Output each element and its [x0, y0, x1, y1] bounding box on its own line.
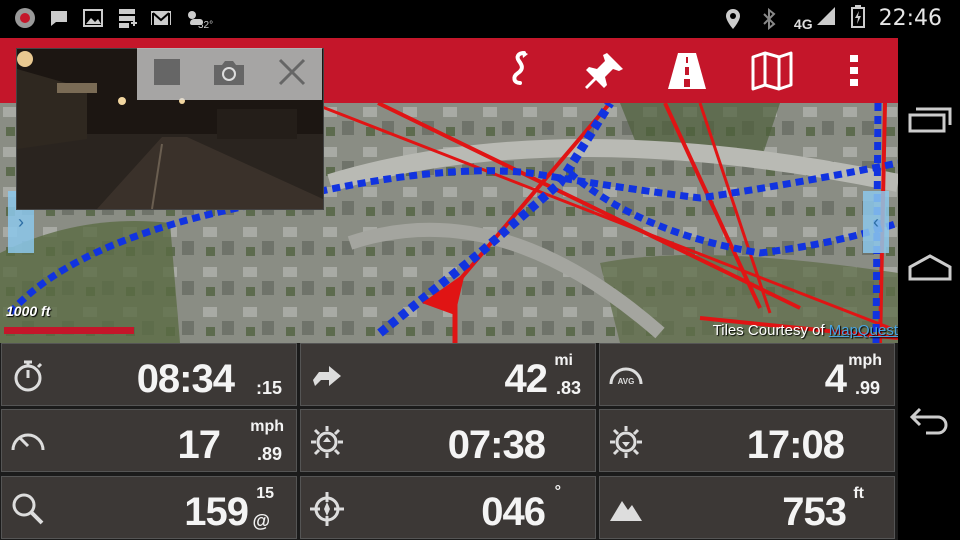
- gps-cell[interactable]: 159 15 @: [1, 476, 297, 539]
- heading-value: 046: [481, 490, 546, 534]
- record-icon: [14, 7, 36, 29]
- camera-button[interactable]: [211, 57, 247, 92]
- recents-button[interactable]: [908, 98, 952, 142]
- avg-speed-unit: mph: [848, 352, 882, 369]
- distance-unit: mi: [554, 352, 573, 369]
- road-icon: [668, 53, 706, 89]
- right-panel-tab[interactable]: ‹: [863, 191, 889, 253]
- distance-arrow-icon: [313, 366, 341, 386]
- back-button[interactable]: [908, 398, 952, 442]
- stop-icon: [153, 58, 180, 85]
- mapquest-link[interactable]: MapQuest: [829, 322, 898, 339]
- battery-icon: [850, 4, 865, 33]
- pin-icon: [585, 53, 623, 89]
- status-bar: 32° 4G 22:46: [0, 0, 960, 38]
- chat-icon: [48, 7, 70, 29]
- avg-speed-fraction: .99: [854, 378, 880, 398]
- road-button[interactable]: [664, 48, 710, 94]
- weather-temperature: 32°: [198, 20, 214, 31]
- heading-cell[interactable]: 046 °: [300, 476, 596, 539]
- timer-seconds: :15: [255, 378, 282, 398]
- sunrise-cell[interactable]: 07:38: [300, 409, 596, 472]
- pin-button[interactable]: [582, 48, 628, 94]
- dashboard: 08:34 :15 42 mi .83 AVG 4 mph .99 17 mph…: [0, 343, 898, 540]
- clock: 22:46: [878, 6, 942, 31]
- map-credit-prefix: Tiles Courtesy of: [712, 322, 829, 339]
- distance-cell[interactable]: 42 mi .83: [300, 343, 596, 406]
- timer-value: 08:34: [136, 357, 235, 401]
- avg-badge: AVG: [618, 377, 635, 386]
- camera-controls: [137, 48, 322, 100]
- speed-unit: mph: [250, 418, 284, 435]
- network-type: 4G: [793, 16, 813, 32]
- route-button[interactable]: [497, 48, 543, 94]
- sunrise-value: 07:38: [447, 423, 546, 467]
- app-window: › ‹ 1000 ft Tiles Courtesy of MapQuest 0…: [0, 38, 898, 540]
- altitude-value: 753: [782, 490, 847, 534]
- close-icon: [279, 58, 306, 85]
- speed-cell[interactable]: 17 mph .89: [1, 409, 297, 472]
- stop-button[interactable]: [152, 57, 182, 92]
- search-icon: [12, 493, 44, 525]
- crosshair-icon: [310, 492, 344, 526]
- map-button[interactable]: [749, 48, 795, 94]
- gps-value: 159: [184, 490, 249, 534]
- camera-icon: [214, 60, 245, 85]
- sunset-icon: [610, 426, 642, 458]
- speedometer-icon: [11, 433, 45, 451]
- sd-card-icon: [116, 7, 138, 29]
- back-icon: [909, 407, 948, 435]
- gps-at: @: [252, 511, 270, 531]
- overflow-menu-button[interactable]: [831, 48, 877, 94]
- gmail-icon: [150, 7, 172, 29]
- map-scale-bar: [4, 327, 134, 334]
- altitude-cell[interactable]: 753 ft: [599, 476, 895, 539]
- gps-satellites: 15: [256, 485, 274, 502]
- map-icon: [751, 51, 793, 91]
- stopwatch-icon: [14, 360, 43, 392]
- avg-speed-cell[interactable]: AVG 4 mph .99: [599, 343, 895, 406]
- signal-icon: [815, 5, 837, 32]
- location-icon: [722, 8, 744, 30]
- recents-icon: [908, 107, 952, 133]
- altitude-unit: ft: [853, 485, 864, 502]
- distance-value: 42: [504, 357, 548, 401]
- navigation-bar: [898, 38, 960, 540]
- mountain-icon: [610, 501, 642, 521]
- heading-unit: °: [554, 483, 561, 500]
- image-icon: [82, 7, 104, 29]
- home-button[interactable]: [908, 246, 952, 290]
- avg-speed-icon: AVG: [609, 367, 643, 386]
- sunset-value: 17:08: [746, 423, 845, 467]
- route-icon: [512, 51, 528, 85]
- map-credit: Tiles Courtesy of MapQuest: [713, 322, 898, 339]
- sunrise-icon: [311, 426, 343, 458]
- overflow-menu-icon: [850, 55, 858, 86]
- timer-cell[interactable]: 08:34 :15: [1, 343, 297, 406]
- bluetooth-icon: [758, 7, 780, 30]
- sunset-cell[interactable]: 17:08: [599, 409, 895, 472]
- close-camera-button[interactable]: [277, 57, 307, 92]
- speed-value: 17: [177, 423, 221, 467]
- distance-fraction: .83: [555, 378, 581, 398]
- map-scale-label: 1000 ft: [6, 303, 51, 319]
- home-icon: [908, 254, 952, 281]
- speed-fraction: .89: [256, 444, 282, 464]
- avg-speed-value: 4: [824, 357, 847, 401]
